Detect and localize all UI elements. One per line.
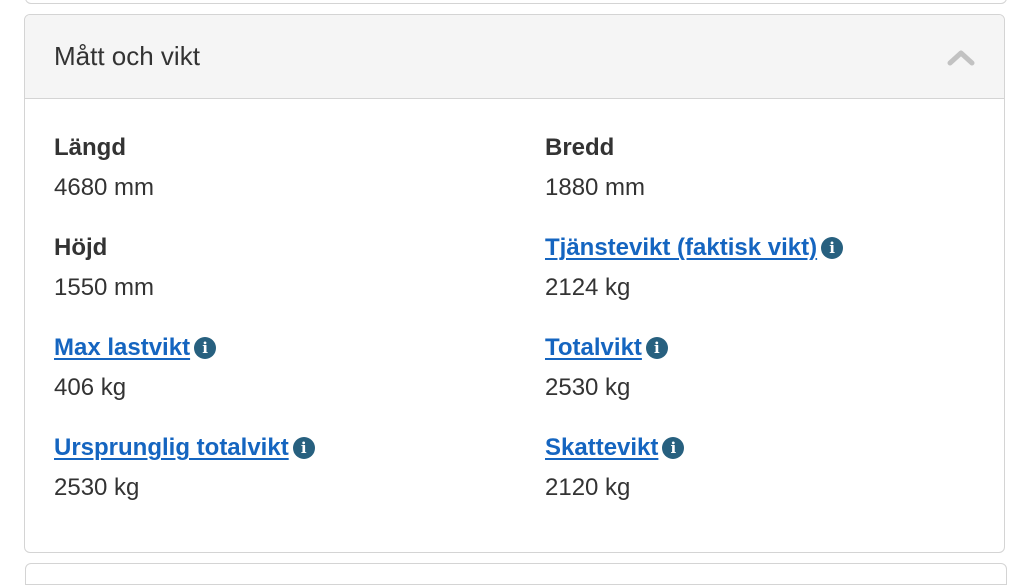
original-total-weight-link[interactable]: Ursprunglig totalvikt — [54, 433, 289, 463]
spec-value: 2120 kg — [545, 474, 631, 501]
info-icon[interactable]: i — [292, 437, 315, 459]
panel-header[interactable]: Mått och vikt — [25, 15, 1004, 99]
spec-max-load: Max lastvikt i 406 kg — [54, 333, 545, 433]
spec-label: Bredd — [545, 134, 615, 161]
spec-length: Längd 4680 mm — [54, 133, 545, 233]
chevron-up-icon[interactable] — [946, 47, 976, 67]
info-icon[interactable]: i — [821, 237, 844, 259]
spec-value: 1550 mm — [54, 274, 155, 301]
spec-width: Bredd 1880 mm — [545, 133, 984, 233]
total-weight-link[interactable]: Totalvikt — [545, 333, 642, 363]
spec-value: 2530 kg — [545, 374, 631, 401]
spec-value: 2530 kg — [54, 474, 140, 501]
max-load-link[interactable]: Max lastvikt — [54, 333, 190, 363]
next-panel-edge — [25, 563, 1007, 585]
spec-tax-weight: Skattevikt i 2120 kg — [545, 433, 984, 533]
spec-original-total-weight: Ursprunglig totalvikt i 2530 kg — [54, 433, 545, 533]
previous-panel-edge — [25, 0, 1007, 4]
curb-weight-link[interactable]: Tjänstevikt (faktisk vikt) — [545, 233, 817, 263]
info-icon[interactable]: i — [645, 337, 668, 359]
spec-value: 4680 mm — [54, 174, 155, 201]
spec-label: Höjd — [54, 234, 108, 261]
specs-grid: Längd 4680 mm Bredd 1880 mm Höjd 1550 mm… — [54, 133, 984, 533]
dimensions-weight-panel: Mått och vikt Längd 4680 mm Bredd 1880 m… — [24, 14, 1005, 553]
spec-curb-weight: Tjänstevikt (faktisk vikt) i 2124 kg — [545, 233, 984, 333]
spec-value: 1880 mm — [545, 174, 646, 201]
panel-title: Mått och vikt — [54, 41, 200, 71]
spec-height: Höjd 1550 mm — [54, 233, 545, 333]
info-icon[interactable]: i — [194, 337, 217, 359]
spec-label: Längd — [54, 134, 126, 161]
spec-value: 2124 kg — [545, 274, 631, 301]
spec-value: 406 kg — [54, 374, 127, 401]
tax-weight-link[interactable]: Skattevikt — [545, 433, 658, 463]
info-icon[interactable]: i — [662, 437, 685, 459]
spec-total-weight: Totalvikt i 2530 kg — [545, 333, 984, 433]
